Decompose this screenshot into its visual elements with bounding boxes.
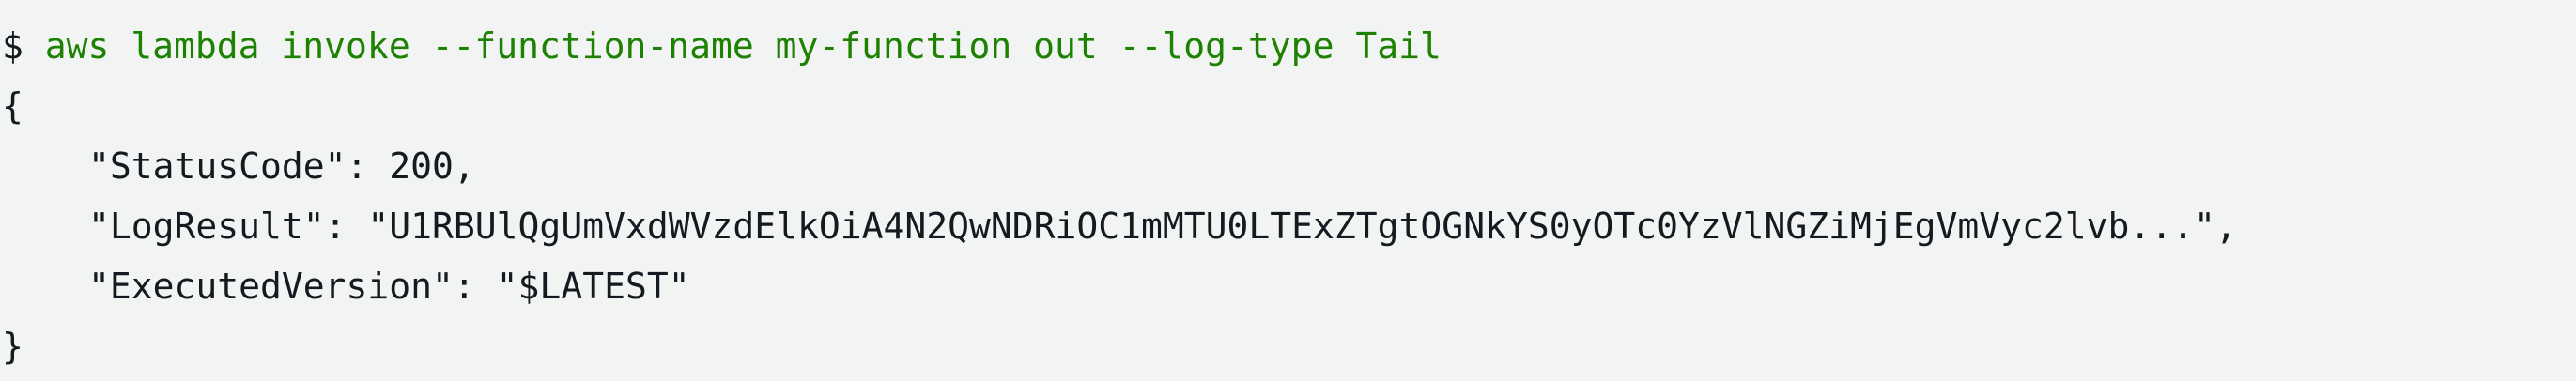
json-text-log-result: "LogResult": "U1RBUlQgUmVxdWVzdElkOiA4N2…	[88, 206, 2237, 247]
json-line-status-code: "StatusCode": 200,	[2, 136, 2576, 196]
terminal-output: $ aws lambda invoke --function-name my-f…	[0, 0, 2576, 381]
json-open-brace: {	[2, 85, 23, 127]
json-text-status-code: "StatusCode": 200,	[88, 145, 475, 187]
json-text-executed-version: "ExecutedVersion": "$LATEST"	[88, 266, 690, 307]
json-close-brace: }	[2, 326, 23, 367]
prompt-symbol: $	[2, 25, 45, 67]
command-text: aws lambda invoke --function-name my-fun…	[44, 25, 1442, 67]
command-line: $ aws lambda invoke --function-name my-f…	[2, 16, 2576, 76]
json-line-log-result: "LogResult": "U1RBUlQgUmVxdWVzdElkOiA4N2…	[2, 196, 2576, 256]
json-line-executed-version: "ExecutedVersion": "$LATEST"	[2, 256, 2576, 316]
